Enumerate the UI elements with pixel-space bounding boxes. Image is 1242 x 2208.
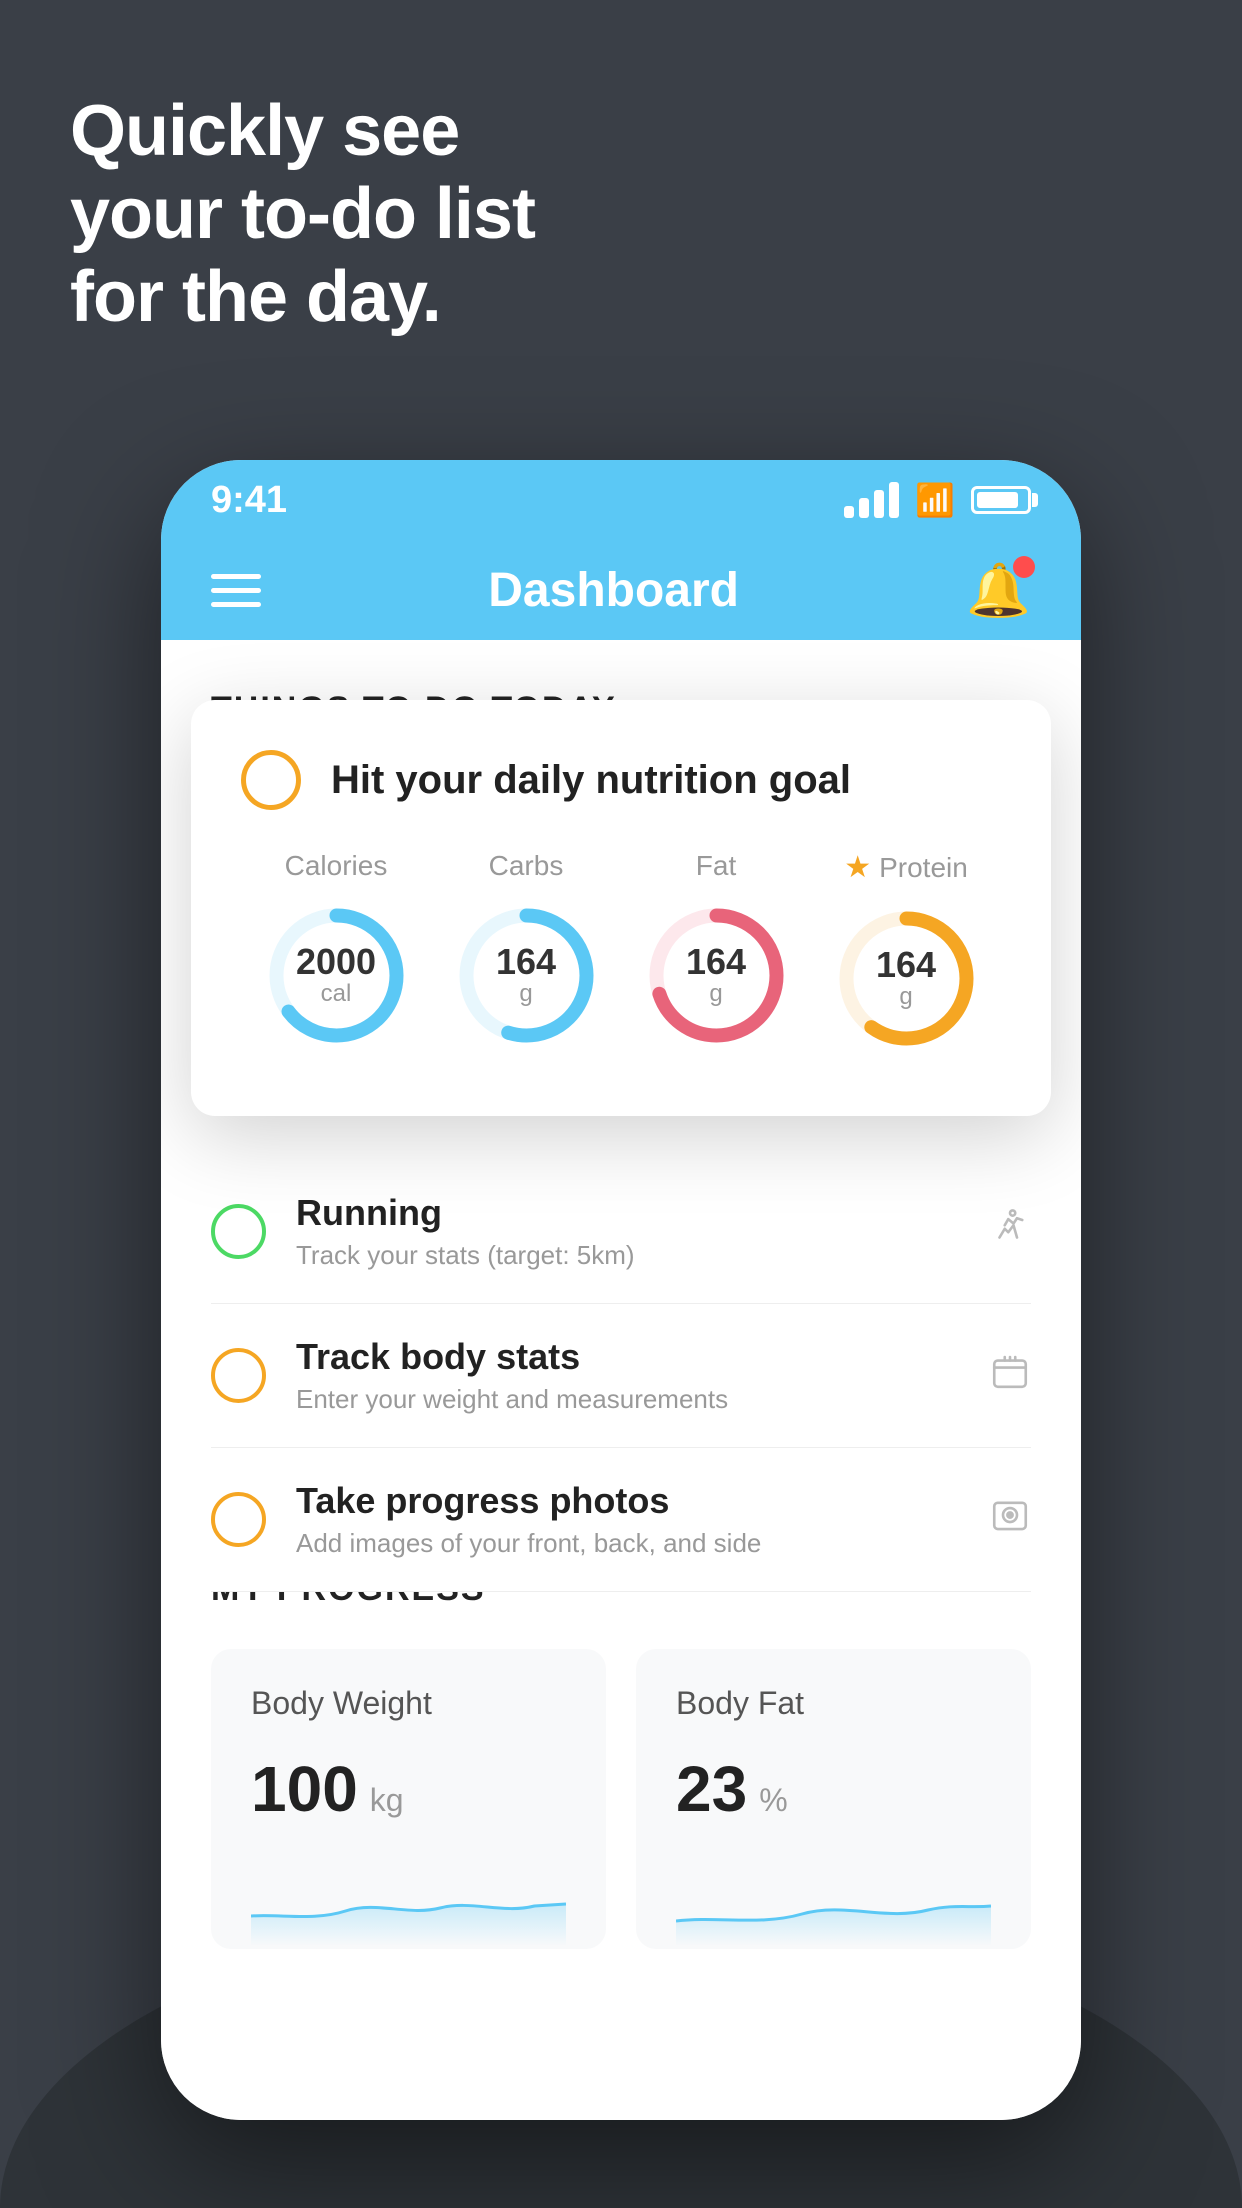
- task-status-circle: [211, 1348, 266, 1403]
- nutrition-circles: Calories 2000 cal: [241, 850, 1001, 1056]
- hamburger-line: [211, 574, 261, 579]
- task-desc: Enter your weight and measurements: [296, 1384, 959, 1415]
- task-name: Running: [296, 1192, 959, 1234]
- body-weight-value: 100: [251, 1752, 358, 1826]
- hamburger-line: [211, 602, 261, 607]
- fat-donut: 164 g: [639, 898, 794, 1053]
- calories-value: 2000 cal: [296, 944, 376, 1008]
- carbs-value: 164 g: [496, 944, 556, 1008]
- signal-bar-3: [874, 490, 884, 518]
- battery-icon: [971, 486, 1031, 514]
- hero-line3: for the day.: [70, 256, 535, 339]
- scale-icon: [989, 1350, 1031, 1402]
- task-info: Track body stats Enter your weight and m…: [296, 1336, 959, 1415]
- battery-fill: [977, 492, 1018, 508]
- app-header: Dashboard 🔔: [161, 540, 1081, 640]
- fat-value: 164 g: [686, 944, 746, 1008]
- task-info: Running Track your stats (target: 5km): [296, 1192, 959, 1271]
- task-info: Take progress photos Add images of your …: [296, 1480, 959, 1559]
- nutrition-card-title: Hit your daily nutrition goal: [331, 758, 851, 803]
- status-icons: 📶: [844, 481, 1031, 519]
- photo-icon: [989, 1494, 1031, 1546]
- nutrition-calories: Calories 2000 cal: [259, 850, 414, 1053]
- signal-bars-icon: [844, 482, 899, 518]
- task-item-running[interactable]: Running Track your stats (target: 5km): [211, 1160, 1031, 1304]
- body-fat-unit: %: [759, 1782, 787, 1819]
- task-item-photos[interactable]: Take progress photos Add images of your …: [211, 1448, 1031, 1592]
- body-fat-chart: [676, 1866, 991, 1946]
- task-desc: Track your stats (target: 5km): [296, 1240, 959, 1271]
- nutrition-carbs: Carbs 164 g: [449, 850, 604, 1053]
- protein-label-row: ★ Protein: [844, 850, 968, 885]
- body-weight-value-row: 100 kg: [251, 1752, 566, 1826]
- signal-bar-2: [859, 498, 869, 518]
- page-background: Quickly see your to-do list for the day.…: [0, 0, 1242, 2208]
- carbs-donut: 164 g: [449, 898, 604, 1053]
- card-header: Hit your daily nutrition goal: [241, 750, 1001, 810]
- signal-bar-4: [889, 482, 899, 518]
- status-bar: 9:41 📶: [161, 460, 1081, 540]
- app-content: THINGS TO DO TODAY Hit your daily nutrit…: [161, 640, 1081, 2120]
- nutrition-fat: Fat 164 g: [639, 850, 794, 1053]
- task-name: Take progress photos: [296, 1480, 959, 1522]
- task-status-circle: [211, 1492, 266, 1547]
- body-weight-label: Body Weight: [251, 1685, 566, 1722]
- notification-badge: [1013, 556, 1035, 578]
- nutrition-protein: ★ Protein 164 g: [829, 850, 984, 1056]
- body-weight-unit: kg: [370, 1782, 404, 1819]
- fat-label: Fat: [696, 850, 736, 882]
- task-circle-nutrition: [241, 750, 301, 810]
- calories-label: Calories: [285, 850, 388, 882]
- calories-donut: 2000 cal: [259, 898, 414, 1053]
- hero-text: Quickly see your to-do list for the day.: [70, 90, 535, 338]
- hero-line2: your to-do list: [70, 173, 535, 256]
- task-desc: Add images of your front, back, and side: [296, 1528, 959, 1559]
- notifications-button[interactable]: 🔔: [966, 560, 1031, 621]
- task-status-circle: [211, 1204, 266, 1259]
- body-fat-card: Body Fat 23 %: [636, 1649, 1031, 1949]
- task-item-body-stats[interactable]: Track body stats Enter your weight and m…: [211, 1304, 1031, 1448]
- star-icon: ★: [844, 850, 871, 885]
- phone-mockup: 9:41 📶 Dashboard: [161, 460, 1081, 2120]
- body-fat-label: Body Fat: [676, 1685, 991, 1722]
- menu-button[interactable]: [211, 574, 261, 607]
- carbs-label: Carbs: [489, 850, 564, 882]
- protein-value: 164 g: [876, 947, 936, 1011]
- protein-donut: 164 g: [829, 901, 984, 1056]
- body-weight-chart: [251, 1866, 566, 1946]
- signal-bar-1: [844, 506, 854, 518]
- wifi-icon: 📶: [915, 481, 955, 519]
- task-name: Track body stats: [296, 1336, 959, 1378]
- header-title: Dashboard: [488, 563, 739, 618]
- task-list: Running Track your stats (target: 5km): [161, 1160, 1081, 1592]
- body-weight-card: Body Weight 100 kg: [211, 1649, 606, 1949]
- body-fat-value-row: 23 %: [676, 1752, 991, 1826]
- status-time: 9:41: [211, 479, 287, 522]
- running-icon: [989, 1206, 1031, 1258]
- nutrition-card: Hit your daily nutrition goal Calories: [191, 700, 1051, 1116]
- progress-cards: Body Weight 100 kg: [211, 1649, 1031, 1949]
- body-fat-value: 23: [676, 1752, 747, 1826]
- hamburger-line: [211, 588, 261, 593]
- hero-line1: Quickly see: [70, 90, 535, 173]
